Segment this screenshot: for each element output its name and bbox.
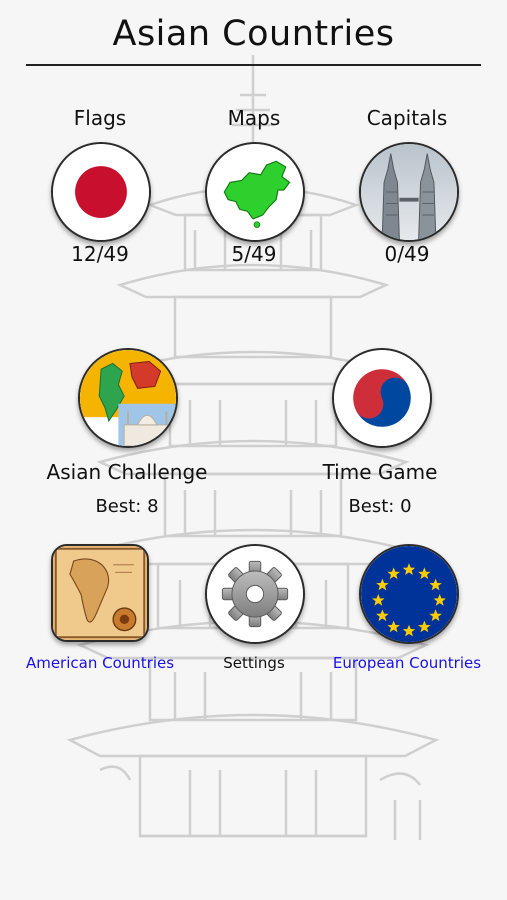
gear-icon bbox=[207, 546, 303, 642]
flags-score: 12/49 bbox=[71, 242, 129, 266]
capitals-button[interactable] bbox=[359, 142, 459, 242]
settings-button[interactable] bbox=[205, 544, 305, 644]
eu-flag-icon bbox=[361, 546, 457, 642]
south-korea-flag-icon bbox=[334, 350, 430, 446]
maps-button[interactable] bbox=[205, 142, 305, 242]
maps-label: Maps bbox=[227, 106, 281, 130]
asian-challenge-button[interactable] bbox=[78, 348, 178, 448]
japan-flag-icon bbox=[53, 144, 149, 240]
petronas-towers-icon bbox=[361, 144, 457, 240]
maps-score: 5/49 bbox=[231, 242, 277, 266]
asian-challenge-best: Best: 8 bbox=[95, 496, 159, 517]
american-countries-button[interactable] bbox=[51, 544, 149, 642]
time-game-button[interactable] bbox=[332, 348, 432, 448]
title-divider bbox=[26, 64, 481, 66]
old-map-icon bbox=[53, 546, 147, 640]
challenge-collage-icon bbox=[80, 350, 176, 446]
capitals-label: Capitals bbox=[366, 106, 448, 130]
time-game-best: Best: 0 bbox=[348, 496, 412, 517]
china-map-icon bbox=[207, 144, 303, 240]
flags-button[interactable] bbox=[51, 142, 151, 242]
main-menu: Asian Countries Flags 12/49 Maps 5/49 Ca… bbox=[0, 0, 507, 900]
asian-challenge-label: Asian Challenge bbox=[46, 460, 208, 484]
flags-label: Flags bbox=[73, 106, 127, 130]
capitals-score: 0/49 bbox=[384, 242, 430, 266]
american-countries-link[interactable]: American Countries bbox=[15, 654, 185, 672]
time-game-label: Time Game bbox=[322, 460, 438, 484]
european-countries-link[interactable]: European Countries bbox=[322, 654, 492, 672]
page-title: Asian Countries bbox=[112, 14, 395, 54]
european-countries-button[interactable] bbox=[359, 544, 459, 644]
settings-label: Settings bbox=[223, 654, 285, 672]
